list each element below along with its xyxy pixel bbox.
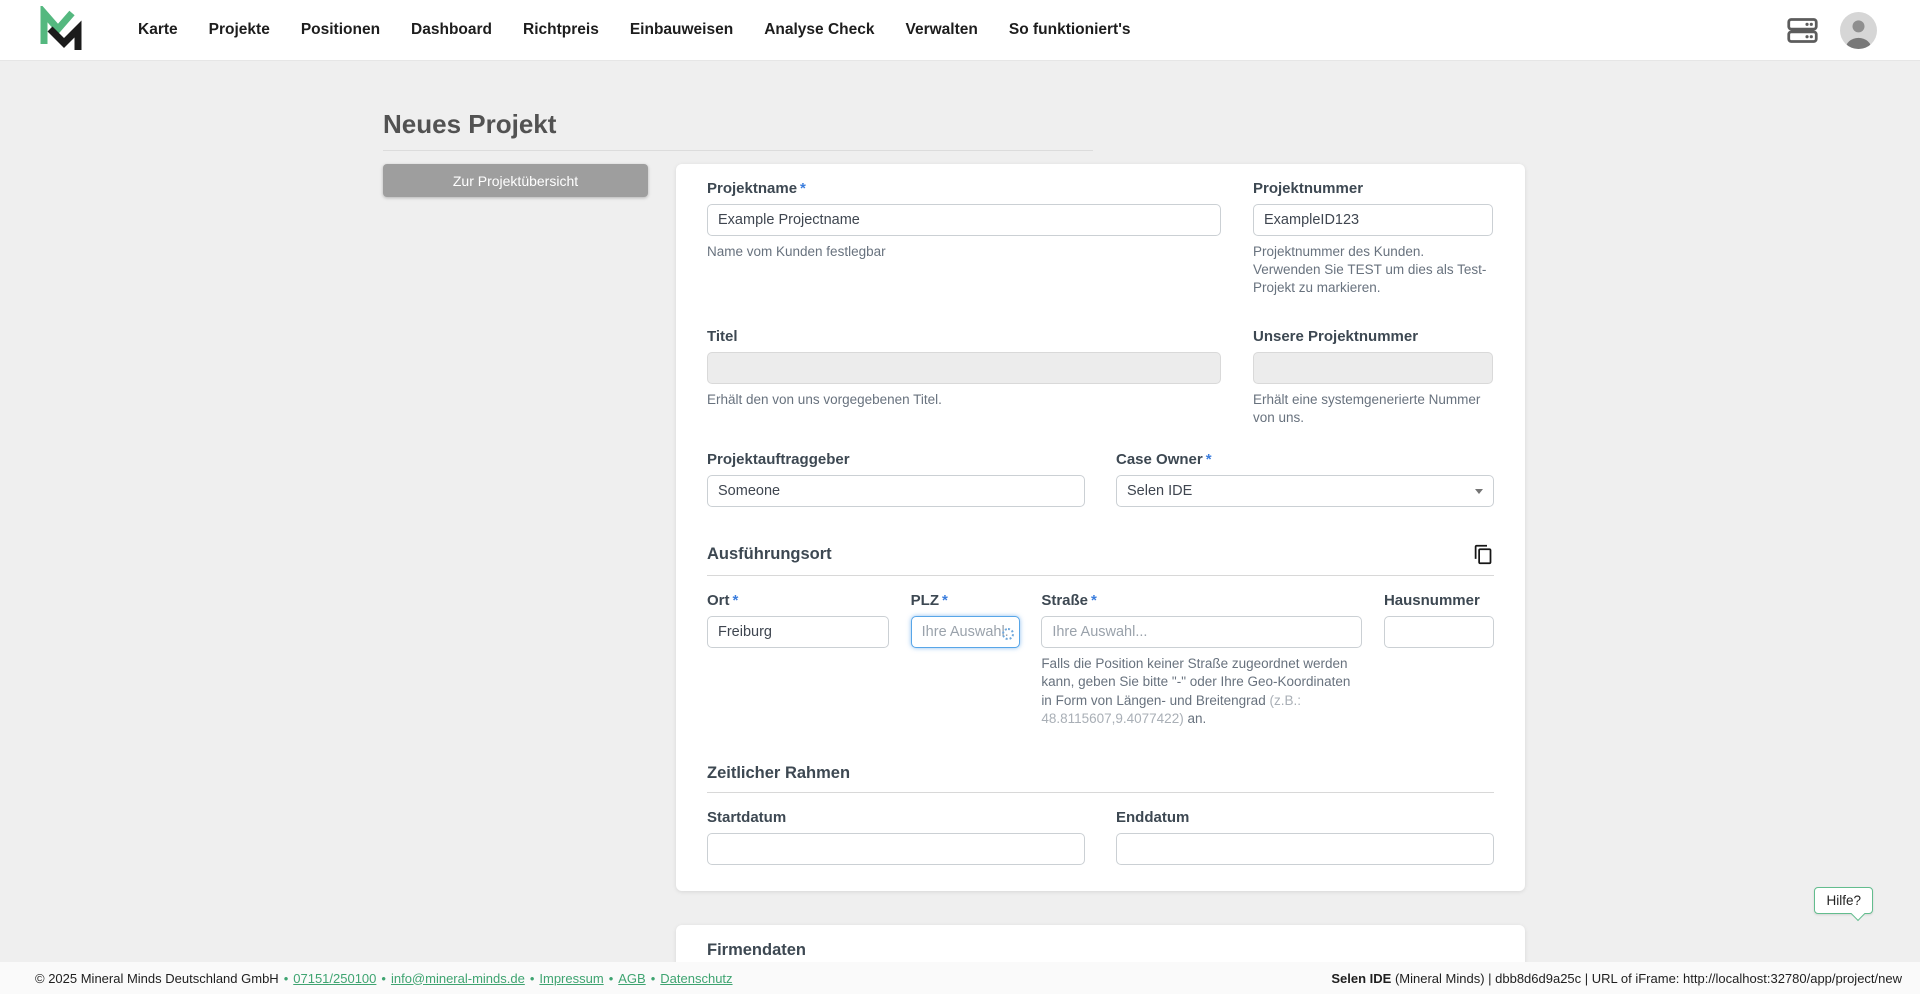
required-asterisk: * (1091, 592, 1097, 610)
field-startdatum: Startdatum (707, 809, 1085, 865)
field-plz: PLZ * (910, 592, 1020, 728)
email-link[interactable]: info@mineral-minds.de (391, 971, 525, 986)
startdatum-input[interactable] (707, 832, 1085, 865)
enddatum-input[interactable] (1116, 832, 1494, 865)
nav-item-projekte[interactable]: Projekte (209, 21, 270, 39)
field-case-owner: Case Owner * Selen IDE (1116, 451, 1494, 508)
projektnummer-helper: Projektnummer des Kunden. Verwenden Sie … (1253, 244, 1487, 296)
nav-item-richtpreis[interactable]: Richtpreis (523, 21, 599, 39)
required-asterisk: * (942, 592, 948, 610)
projektnummer-label: Projektnummer (1253, 180, 1364, 197)
copy-location-button[interactable] (1473, 543, 1494, 566)
field-projektauftraggeber: Projektauftraggeber (707, 451, 1085, 508)
nav-item-analyse-check[interactable]: Analyse Check (764, 21, 874, 39)
session-user: Selen IDE (1331, 970, 1392, 986)
zeitlicher-rahmen-divider (707, 791, 1494, 793)
unsere-projektnummer-label: Unsere Projektnummer (1253, 327, 1419, 345)
required-asterisk: * (1205, 451, 1212, 469)
loading-spinner-icon (1001, 628, 1014, 641)
impressum-link[interactable]: Impressum (539, 971, 603, 986)
projektname-helper: Name vom Kunden festlegbar (707, 244, 886, 259)
page-footer: © 2025 Mineral Minds Deutschland GmbH • 07… (0, 962, 1920, 994)
strasse-label: Straße * (1041, 592, 1097, 610)
nav-item-einbauweisen[interactable]: Einbauweisen (630, 21, 733, 39)
nav-right-actions (1786, 11, 1877, 49)
projektname-input[interactable] (707, 204, 1221, 236)
footer-separator: • (650, 970, 656, 986)
field-hausnummer: Hausnummer (1383, 592, 1494, 728)
enddatum-label: Enddatum (1116, 808, 1190, 826)
strasse-input[interactable] (1041, 616, 1363, 649)
title-divider (383, 150, 1093, 151)
top-navigation: Karte Projekte Positionen Dashboard Rich… (0, 0, 1920, 61)
unsere-projektnummer-helper: Erhält eine systemgenerierte Nummer von … (1253, 391, 1481, 425)
main-content: Neues Projekt Zur Projektübersicht Proje… (383, 61, 1525, 994)
agb-link[interactable]: AGB (618, 971, 645, 986)
footer-separator: • (529, 970, 535, 986)
page-title: Neues Projekt (383, 109, 557, 139)
server-icon (1787, 17, 1818, 43)
ausfuehrungsort-title: Ausführungsort (707, 545, 832, 564)
user-avatar-icon (1840, 11, 1877, 49)
help-button[interactable]: Hilfe? (1814, 887, 1873, 914)
nav-item-dashboard[interactable]: Dashboard (411, 21, 492, 39)
ort-input[interactable] (707, 616, 889, 649)
case-owner-label: Case Owner * (1116, 451, 1212, 469)
footer-separator: • (283, 970, 289, 986)
phone-link[interactable]: 07151/250100 (293, 971, 376, 986)
datenschutz-link[interactable]: Datenschutz (660, 971, 732, 986)
mineral-minds-logo[interactable] (38, 3, 84, 55)
case-owner-select[interactable]: Selen IDE (1116, 475, 1494, 508)
left-column: Zur Projektübersicht (383, 164, 648, 197)
field-titel: Titel Erhält den von uns vorgegebenen Ti… (707, 328, 1221, 427)
ausfuehrungsort-divider (707, 575, 1494, 577)
projektauftraggeber-input[interactable] (707, 475, 1085, 508)
chevron-down-icon (1475, 488, 1483, 494)
field-strasse: Straße* Falls die Position keiner Straße… (1041, 592, 1363, 728)
nav-item-verwalten[interactable]: Verwalten (905, 21, 977, 39)
user-menu-button[interactable] (1840, 11, 1877, 49)
firmendaten-title: Firmendaten (707, 940, 807, 959)
session-info: Selen IDE (Mineral Minds) | dbb8d6d9a25c… (1331, 971, 1902, 986)
field-enddatum: Enddatum (1116, 809, 1494, 865)
projektnummer-input[interactable] (1253, 204, 1493, 236)
server-status-button[interactable] (1786, 14, 1819, 47)
section-ausfuehrungsort-header: Ausführungsort (707, 543, 1494, 566)
footer-left: © 2025 Mineral Minds Deutschland GmbH • 07… (35, 971, 733, 986)
footer-separator: • (608, 970, 614, 986)
unsere-projektnummer-input (1253, 351, 1493, 384)
titel-label: Titel (707, 327, 738, 345)
copyright-text: © 2025 Mineral Minds Deutschland GmbH (35, 970, 279, 986)
nav-item-so-funktionierts[interactable]: So funktioniert's (1009, 21, 1131, 39)
field-ort: Ort * (707, 592, 889, 728)
plz-label: PLZ * (910, 592, 948, 610)
nav-item-positionen[interactable]: Positionen (301, 21, 380, 39)
titel-input (707, 351, 1221, 384)
field-projektname: Projektname* Name vom Kunden festlegbar (707, 180, 1221, 298)
startdatum-label: Startdatum (707, 808, 787, 826)
field-projektnummer: Projektnummer Projektnummer des Kunden. … (1253, 180, 1493, 298)
project-form-card: Projektname* Name vom Kunden festlegbar … (676, 164, 1525, 891)
hausnummer-label: Hausnummer (1383, 592, 1480, 610)
main-menu: Karte Projekte Positionen Dashboard Rich… (138, 21, 1131, 39)
ort-label: Ort * (707, 592, 739, 610)
footer-separator: • (381, 970, 386, 986)
case-owner-selected-value: Selen IDE (1127, 483, 1193, 500)
copy-icon (1474, 544, 1492, 565)
back-to-project-overview-button[interactable]: Zur Projektübersicht (383, 164, 648, 197)
strasse-helper: Falls die Position keiner Straße zugeord… (1041, 656, 1351, 726)
projektname-label: Projektname * (707, 180, 806, 197)
titel-helper: Erhält den von uns vorgegebenen Titel. (707, 391, 942, 407)
logo-icon (40, 3, 82, 50)
required-asterisk: * (800, 180, 806, 197)
session-details: (Mineral Minds) | dbb8d6d9a25c | URL of … (1391, 970, 1902, 986)
zeitlicher-rahmen-title: Zeitlicher Rahmen (707, 763, 851, 782)
field-unsere-projektnummer: Unsere Projektnummer Erhält eine systemg… (1253, 328, 1493, 427)
hausnummer-input[interactable] (1383, 616, 1494, 649)
nav-item-karte[interactable]: Karte (138, 21, 178, 39)
required-asterisk: * (732, 592, 739, 610)
section-zeitlicher-rahmen-header: Zeitlicher Rahmen (707, 764, 1494, 783)
form-column: Projektname* Name vom Kunden festlegbar … (676, 164, 1525, 994)
projektauftraggeber-label: Projektauftraggeber (707, 451, 850, 469)
